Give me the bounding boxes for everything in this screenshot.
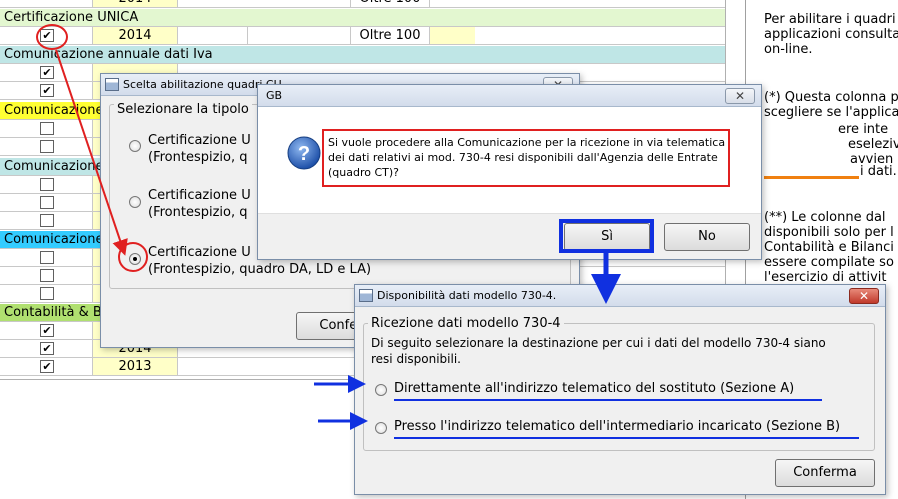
red-arrow [55,49,128,256]
annotation-arrows [55,49,621,430]
